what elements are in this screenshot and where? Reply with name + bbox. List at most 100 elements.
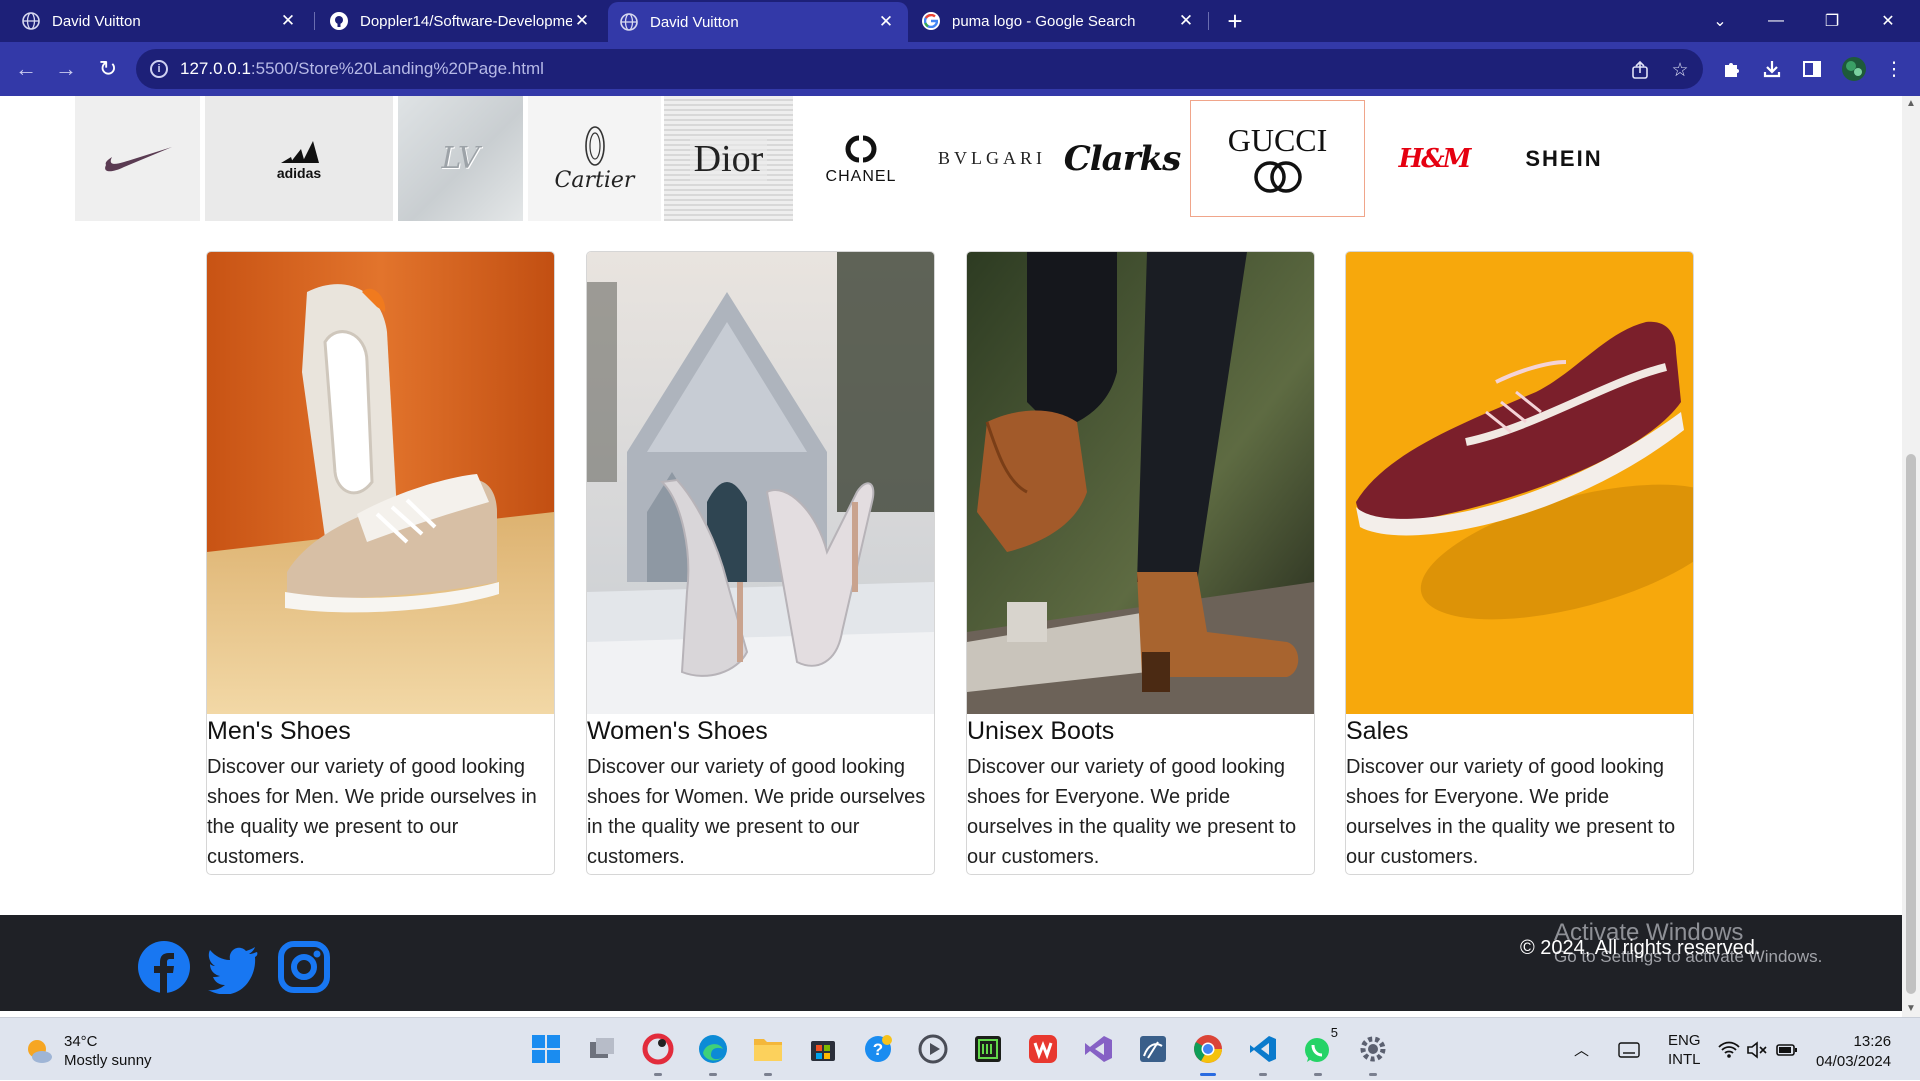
facebook-icon[interactable] (137, 940, 191, 994)
chrome-icon[interactable] (1190, 1031, 1226, 1076)
tab-github[interactable]: Doppler14/Software-Developme ✕ (318, 4, 604, 38)
google-icon (922, 12, 940, 30)
github-icon (330, 12, 348, 30)
side-panel-icon[interactable] (1798, 55, 1826, 83)
card-description: Discover our variety of good looking sho… (207, 756, 537, 868)
forward-button[interactable]: → (50, 53, 82, 85)
brand-strip: adidas LV Cartier Dior CHANEL BVLGARI Cl… (0, 96, 1902, 221)
site-footer: Activate Windows Go to Settings to activ… (0, 915, 1902, 1011)
vscode-icon[interactable] (1245, 1031, 1281, 1076)
sun-cloud-icon (28, 1040, 52, 1063)
task-view-icon[interactable] (584, 1031, 620, 1067)
tab-strip: David Vuitton ✕ Doppler14/Software-Devel… (0, 0, 1920, 42)
copyright-text: © 2024, All rights reserved. (1520, 937, 1761, 959)
volume-muted-icon[interactable] (1746, 1018, 1768, 1081)
minimize-icon[interactable]: — (1748, 0, 1804, 42)
terminal-app-icon[interactable] (970, 1031, 1006, 1067)
card-title: Women's Shoes (587, 717, 768, 745)
restore-icon[interactable]: ❐ (1804, 0, 1860, 42)
card-title: Unisex Boots (967, 717, 1115, 745)
bvlgari-logo[interactable]: BVLGARI (928, 96, 1056, 221)
card-mens-shoes[interactable]: Men's Shoes Discover our variety of good… (206, 251, 555, 875)
twitter-icon[interactable] (207, 940, 261, 995)
scroll-down-arrow-icon[interactable]: ▼ (1905, 1003, 1917, 1015)
chanel-logo[interactable]: CHANEL (796, 96, 926, 221)
globe-icon (22, 12, 40, 30)
windows-taskbar: 34°C Mostly sunny ? 5 ︿ ENG INTL 13:26 0… (0, 1017, 1920, 1080)
close-icon[interactable]: ✕ (1176, 11, 1196, 31)
instagram-icon[interactable] (277, 940, 331, 994)
unisex-boots-image (967, 252, 1314, 714)
profile-avatar[interactable] (1840, 55, 1868, 83)
file-explorer-icon[interactable] (750, 1031, 786, 1076)
whatsapp-icon[interactable]: 5 (1300, 1025, 1338, 1076)
card-title: Men's Shoes (207, 717, 351, 745)
window-close-icon[interactable]: ✕ (1860, 0, 1916, 42)
card-womens-shoes[interactable]: Women's Shoes Discover our variety of go… (586, 251, 935, 875)
adidas-logo[interactable]: adidas (205, 96, 393, 221)
card-description: Discover our variety of good looking sho… (1346, 756, 1676, 868)
page-viewport: adidas LV Cartier Dior CHANEL BVLGARI Cl… (0, 96, 1902, 1017)
visual-studio-icon[interactable] (1080, 1031, 1116, 1067)
card-sales[interactable]: Sales Discover our variety of good looki… (1345, 251, 1694, 875)
card-title: Sales (1346, 717, 1409, 745)
input-language[interactable]: ENG INTL (1668, 1018, 1701, 1081)
scroll-up-arrow-icon[interactable]: ▲ (1905, 98, 1917, 110)
womens-shoes-image (587, 252, 934, 714)
keyboard-icon[interactable] (1618, 1018, 1640, 1081)
svg-text:?: ? (873, 1040, 883, 1059)
weather-temp: 34°C (64, 1033, 98, 1050)
site-info-icon[interactable]: i (150, 60, 168, 78)
louis-vuitton-logo[interactable]: LV (398, 96, 523, 221)
share-icon[interactable] (1628, 58, 1652, 82)
download-icon[interactable] (1758, 55, 1786, 83)
url-text: 127.0.0.1:5500/Store%20Landing%20Page.ht… (180, 59, 544, 78)
extensions-puzzle-icon[interactable] (1718, 55, 1746, 83)
app-icon-red-swirl[interactable] (640, 1031, 676, 1076)
microsoft-store-icon[interactable] (805, 1031, 841, 1067)
weather-widget[interactable]: 34°C Mostly sunny (24, 1032, 152, 1070)
show-hidden-icons-chevron-up-icon[interactable]: ︿ (1574, 1018, 1589, 1081)
nike-logo[interactable] (75, 96, 200, 221)
close-icon[interactable]: ✕ (876, 12, 896, 32)
address-bar[interactable]: i 127.0.0.1:5500/Store%20Landing%20Page.… (136, 49, 1703, 89)
system-clock[interactable]: 13:26 04/03/2024 (1816, 1032, 1891, 1072)
reload-button[interactable]: ↻ (92, 53, 124, 85)
globe-icon (620, 13, 638, 31)
start-icon[interactable] (528, 1031, 564, 1067)
close-icon[interactable]: ✕ (278, 11, 298, 31)
tab-david-vuitton-1[interactable]: David Vuitton ✕ (10, 4, 310, 38)
new-tab-button[interactable]: + (1220, 4, 1250, 38)
weather-desc: Mostly sunny (64, 1052, 152, 1069)
scrollbar-thumb[interactable] (1906, 454, 1916, 994)
browser-toolbar: ← → ↻ i 127.0.0.1:5500/Store%20Landing%2… (0, 42, 1920, 96)
clarks-logo[interactable]: Clarks (1058, 96, 1186, 221)
page-scrollbar[interactable]: ▲ ▼ (1902, 96, 1920, 1017)
card-description: Discover our variety of good looking sho… (587, 756, 926, 868)
dior-logo[interactable]: Dior (664, 96, 793, 221)
card-unisex-boots[interactable]: Unisex Boots Discover our variety of goo… (966, 251, 1315, 875)
wifi-icon[interactable] (1718, 1018, 1740, 1081)
tab-google-search[interactable]: puma logo - Google Search ✕ (910, 4, 1208, 38)
media-player-icon[interactable] (915, 1031, 951, 1067)
back-button[interactable]: ← (10, 53, 42, 85)
card-description: Discover our variety of good looking sho… (967, 756, 1297, 868)
browser-menu-icon[interactable]: ⋮ (1880, 55, 1908, 83)
edge-icon[interactable] (695, 1031, 731, 1076)
cartier-logo[interactable]: Cartier (528, 96, 661, 221)
battery-charging-icon[interactable] (1776, 1018, 1798, 1081)
mens-shoes-image (207, 252, 554, 714)
bookmark-star-icon[interactable]: ☆ (1668, 58, 1692, 82)
get-help-icon[interactable]: ? (860, 1031, 896, 1067)
gucci-logo[interactable]: GUCCI (1190, 100, 1365, 217)
settings-gear-icon[interactable] (1355, 1031, 1391, 1076)
sales-image (1346, 252, 1693, 714)
tab-david-vuitton-active[interactable]: David Vuitton ✕ (608, 2, 908, 42)
shein-logo[interactable]: SHEIN (1500, 96, 1628, 221)
hm-logo[interactable]: H&M (1370, 96, 1498, 221)
whatsapp-badge: 5 (1330, 1025, 1338, 1040)
tab-search-chevron-icon[interactable]: ⌄ (1692, 0, 1748, 42)
wps-office-icon[interactable] (1025, 1031, 1061, 1067)
close-icon[interactable]: ✕ (572, 11, 592, 31)
mysql-workbench-icon[interactable] (1135, 1031, 1171, 1067)
